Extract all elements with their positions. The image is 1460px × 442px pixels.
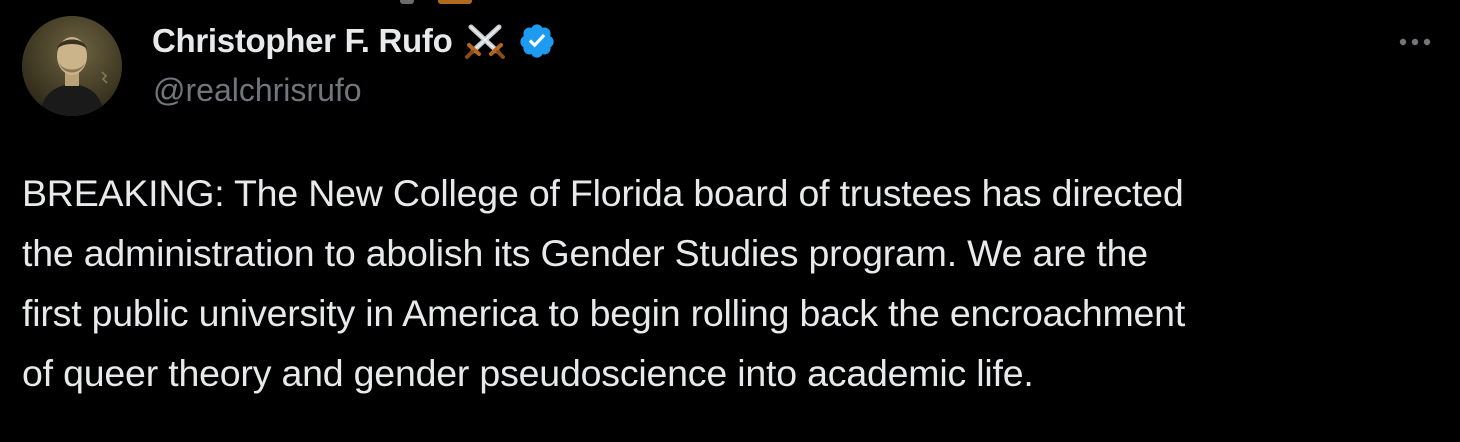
tweet-text: BREAKING: The New College of Florida boa…	[22, 163, 1442, 403]
display-name[interactable]: Christopher F. Rufo	[152, 22, 453, 60]
tweet-text-line: the administration to abolish its Gender…	[22, 232, 1148, 274]
more-horizontal-icon	[1399, 38, 1431, 46]
tweet: Christopher F. Rufo @realchrisrufo BREAK…	[0, 0, 1460, 442]
avatar[interactable]	[22, 16, 122, 116]
verified-badge-icon[interactable]	[518, 22, 556, 60]
tweet-text-line: BREAKING: The New College of Florida boa…	[22, 172, 1184, 214]
author-name-row[interactable]: Christopher F. Rufo	[152, 21, 556, 61]
more-options-button[interactable]	[1390, 24, 1440, 60]
tweet-text-line: of queer theory and gender pseudoscience…	[22, 352, 1034, 394]
author-handle[interactable]: @realchrisrufo	[153, 72, 362, 109]
crossed-swords-icon	[462, 21, 508, 61]
tweet-text-line: first public university in America to be…	[22, 292, 1186, 334]
